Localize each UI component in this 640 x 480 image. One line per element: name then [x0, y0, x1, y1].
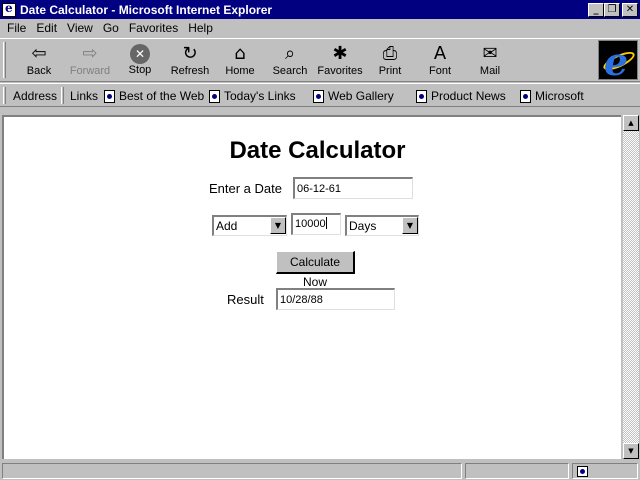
window-titlebar[interactable]: Date Calculator - Microsoft Internet Exp… [0, 0, 640, 19]
window-title: Date Calculator - Microsoft Internet Exp… [20, 2, 273, 17]
unit-select[interactable]: Days ▼ [345, 215, 419, 236]
menu-view[interactable]: View [62, 21, 98, 35]
address-grip[interactable] [3, 87, 6, 104]
links-button[interactable]: Links [70, 89, 98, 103]
standard-toolbar: ⇦ Back ⇨ Forward ✕ Stop ↻ Refresh ⌂ Home… [0, 38, 640, 84]
back-arrow-icon: ⇦ [31, 43, 47, 64]
stop-label: Stop [128, 64, 152, 76]
mail-button[interactable]: ✉ Mail [465, 41, 515, 81]
link-label: Web Gallery [328, 89, 394, 103]
page-icon [209, 89, 220, 103]
amount-value: 10000 [295, 218, 326, 230]
ie-logo-icon: e [604, 39, 629, 84]
page-content: Date Calculator Enter a Date Add ▼ 10000… [2, 115, 621, 459]
back-label: Back [26, 65, 52, 77]
search-label: Search [272, 65, 308, 77]
print-button[interactable]: ⎙ Print [365, 41, 415, 81]
date-label: Enter a Date [209, 181, 282, 196]
favorites-label: Favorites [317, 65, 363, 77]
scroll-up-icon[interactable]: ▲ [623, 115, 639, 131]
link-label: Microsoft [535, 89, 584, 103]
forward-label: Forward [69, 65, 111, 77]
back-button[interactable]: ⇦ Back [14, 41, 64, 81]
document-viewport: Date Calculator Enter a Date Add ▼ 10000… [0, 113, 640, 461]
page-icon [416, 89, 427, 103]
page-icon [104, 89, 115, 103]
status-bar [0, 462, 640, 480]
stop-icon: ✕ [130, 44, 150, 64]
menu-edit[interactable]: Edit [31, 21, 62, 35]
favorites-button[interactable]: ✱ Favorites [314, 41, 366, 81]
stop-button[interactable]: ✕ Stop [115, 41, 165, 81]
dropdown-arrow-icon[interactable]: ▼ [402, 217, 418, 234]
status-progress-pane [465, 463, 569, 479]
status-text-pane [2, 463, 462, 479]
font-button[interactable]: A Font [415, 41, 465, 81]
link-best-of-the-web[interactable]: Best of the Web [104, 88, 204, 104]
dropdown-arrow-icon[interactable]: ▼ [270, 217, 286, 234]
page-title: Date Calculator [229, 137, 406, 164]
minimize-button[interactable]: _ [588, 2, 604, 17]
mail-label: Mail [479, 65, 501, 77]
link-microsoft[interactable]: Microsoft [520, 88, 584, 104]
page-icon [520, 89, 531, 103]
result-field[interactable] [276, 288, 395, 310]
links-grip[interactable] [61, 87, 64, 104]
ie-app-icon[interactable] [2, 1, 16, 17]
print-label: Print [378, 65, 402, 77]
address-button[interactable]: Address [13, 89, 57, 103]
link-label: Product News [431, 89, 506, 103]
home-label: Home [225, 65, 255, 77]
print-icon: ⎙ [382, 43, 398, 64]
refresh-icon: ↻ [182, 43, 198, 64]
operation-value: Add [216, 219, 238, 233]
close-button[interactable]: ✕ [622, 2, 638, 17]
window-controls: _ ❐ ✕ [588, 2, 638, 17]
menu-file[interactable]: File [2, 21, 31, 35]
links-toolbar: Address Links Best of the Web Today's Li… [0, 83, 640, 107]
toolbar-grip[interactable] [3, 42, 6, 78]
link-todays-links[interactable]: Today's Links [209, 88, 296, 104]
ie-logo: e [598, 39, 638, 84]
vertical-scrollbar[interactable]: ▲ ▼ [623, 115, 639, 459]
scroll-down-icon[interactable]: ▼ [623, 443, 639, 459]
menu-bar: File Edit View Go Favorites Help [0, 19, 640, 37]
page-icon [313, 89, 324, 103]
date-input[interactable] [293, 177, 413, 199]
menu-go[interactable]: Go [98, 21, 124, 35]
font-label: Font [428, 65, 451, 77]
unit-value: Days [349, 219, 377, 233]
refresh-label: Refresh [170, 65, 210, 77]
status-zone-pane [572, 463, 638, 479]
favorites-icon: ✱ [332, 43, 348, 64]
menu-favorites[interactable]: Favorites [124, 21, 183, 35]
text-caret [325, 217, 327, 229]
search-button[interactable]: ⌕ Search [265, 41, 315, 81]
amount-input[interactable]: 10000 [291, 213, 341, 235]
link-label: Today's Links [224, 89, 296, 103]
link-label: Best of the Web [119, 89, 205, 103]
result-label: Result [227, 292, 264, 307]
link-web-gallery[interactable]: Web Gallery [313, 88, 394, 104]
forward-button[interactable]: ⇨ Forward [65, 41, 115, 81]
link-product-news[interactable]: Product News [416, 88, 506, 104]
operation-select[interactable]: Add ▼ [212, 215, 287, 236]
calculate-now-button[interactable]: Calculate Now [276, 251, 355, 289]
maximize-button[interactable]: ❐ [604, 2, 620, 17]
refresh-button[interactable]: ↻ Refresh [165, 41, 215, 81]
search-icon: ⌕ [284, 43, 296, 64]
zone-icon [577, 466, 588, 477]
mail-icon: ✉ [482, 43, 498, 64]
forward-arrow-icon: ⇨ [82, 43, 98, 64]
font-icon: A [433, 43, 447, 64]
home-button[interactable]: ⌂ Home [215, 41, 265, 81]
menu-help[interactable]: Help [183, 21, 218, 35]
home-icon: ⌂ [234, 43, 246, 64]
